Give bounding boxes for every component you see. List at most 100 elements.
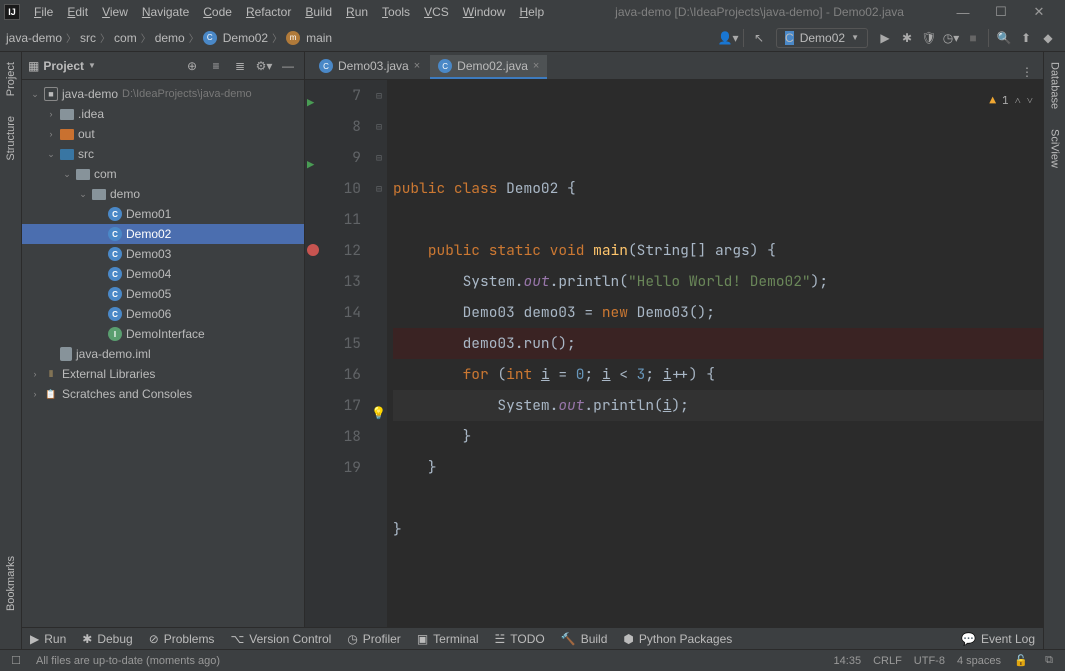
chevron-up-icon[interactable]: ˄ [1015,86,1021,117]
breadcrumb-item[interactable]: src [80,31,96,45]
run-gutter-icon[interactable]: ▶ [307,150,314,181]
tree-item-demo[interactable]: ⌄demo [22,184,304,204]
toolwindow-run-button[interactable]: ▶Run [30,632,66,646]
code-line[interactable]: } [393,452,1043,483]
menu-refactor[interactable]: Refactor [240,3,297,21]
expand-all-icon[interactable]: ≡ [206,59,226,73]
event-log-button[interactable]: 💬Event Log [961,632,1035,646]
line-number[interactable]: 18 [325,421,361,452]
line-separator[interactable]: CRLF [873,655,902,667]
chevron-down-icon[interactable]: ▼ [88,61,96,70]
tab-close-icon[interactable]: × [533,60,539,72]
menu-build[interactable]: Build [299,3,338,21]
search-icon[interactable]: 🔍 [993,27,1015,49]
line-number[interactable]: 8 [325,111,361,142]
fold-icon[interactable]: ⊟ [371,142,387,173]
tree-item-out[interactable]: ›out [22,124,304,144]
toolwindow-profiler-button[interactable]: ◷Profiler [347,632,401,646]
menu-run[interactable]: Run [340,3,374,21]
toolwindow-version-control-button[interactable]: ⌥Version Control [230,632,331,646]
menu-vcs[interactable]: VCS [418,3,455,21]
line-number[interactable]: 15 [325,328,361,359]
editor-tab-demo02-java[interactable]: CDemo02.java× [430,55,547,79]
tree-item-com[interactable]: ⌄com [22,164,304,184]
toolwindow-debug-button[interactable]: ✱Debug [82,632,132,646]
maximize-icon[interactable]: ☐ [987,4,1015,20]
tree-item-demointerface[interactable]: IDemoInterface [22,324,304,344]
run-config-selector[interactable]: C Demo02 ▼ [776,28,868,48]
line-number[interactable]: 11 [325,204,361,235]
breadcrumb-item[interactable]: demo [155,31,185,45]
tree-item-demo03[interactable]: CDemo03 [22,244,304,264]
tree-item-src[interactable]: ⌄src [22,144,304,164]
toolwindow-build-button[interactable]: 🔨Build [561,632,608,646]
toolwindow-python-packages-button[interactable]: ⬢Python Packages [623,632,732,646]
collapse-all-icon[interactable]: ≣ [230,59,250,73]
tree-item-java-demo-iml[interactable]: java-demo.iml [22,344,304,364]
fold-icon[interactable]: ⊟ [371,111,387,142]
expand-toggle-icon[interactable]: ⌄ [62,169,72,180]
tree-item-demo02[interactable]: CDemo02 [22,224,304,244]
expand-toggle-icon[interactable]: › [30,369,40,379]
readonly-lock-icon[interactable]: 🔓 [1013,654,1029,667]
line-number[interactable]: 17 [325,390,361,421]
toolwindow-terminal-button[interactable]: ▣Terminal [417,632,479,646]
line-number[interactable]: 19 [325,452,361,483]
breadcrumb-item[interactable]: java-demo [6,31,62,45]
editor-body[interactable]: ▶▶ 78910111213141516171819 ⊟⊟⊟⊟ ▲ 1 ˄ ˅ … [305,80,1043,627]
add-user-icon[interactable]: 👤▾ [717,27,739,49]
toolwindow-todo-button[interactable]: ☱TODO [495,632,545,646]
hide-icon[interactable]: — [278,59,298,73]
tree-item-demo04[interactable]: CDemo04 [22,264,304,284]
toolwindow-problems-button[interactable]: ⊘Problems [149,632,215,646]
breadcrumb-item[interactable]: Demo02 [223,31,268,45]
bookmarks-toolwindow-button[interactable]: Bookmarks [5,546,17,621]
line-number[interactable]: 13 [325,266,361,297]
line-number[interactable]: 16 [325,359,361,390]
code-line[interactable]: public static void main(String[] args) { [393,235,1043,266]
run-gutter-icon[interactable]: ▶ [307,88,314,119]
select-opened-file-icon[interactable]: ⊕ [182,59,202,73]
breadcrumb[interactable]: java-demo〉src〉com〉demo〉CDemo02〉mmain [6,30,332,45]
menu-tools[interactable]: Tools [376,3,416,21]
line-number[interactable]: 12 [325,235,361,266]
tab-close-icon[interactable]: × [414,60,420,72]
fold-icon[interactable]: ⊟ [371,173,387,204]
expand-toggle-icon[interactable]: › [30,389,40,399]
file-encoding[interactable]: UTF-8 [914,655,945,667]
code-line[interactable] [393,204,1043,235]
expand-toggle-icon[interactable]: › [46,129,56,139]
menu-navigate[interactable]: Navigate [136,3,195,21]
tabs-more-icon[interactable]: ⋮ [1011,65,1043,79]
expand-toggle-icon[interactable]: ⌄ [30,89,40,100]
close-icon[interactable]: ✕ [1025,4,1053,20]
minimize-icon[interactable]: ― [949,5,977,20]
structure-toolwindow-button[interactable]: Structure [5,106,17,171]
run-button[interactable]: ▶ [874,27,896,49]
menu-view[interactable]: View [96,3,134,21]
project-toolwindow-button[interactable]: Project [5,52,17,106]
code-line[interactable]: } [393,514,1043,545]
expand-toggle-icon[interactable]: › [46,109,56,119]
menu-edit[interactable]: Edit [61,3,94,21]
tree-item-demo06[interactable]: CDemo06 [22,304,304,324]
chevron-down-icon[interactable]: ˅ [1027,86,1033,117]
caret-position[interactable]: 14:35 [834,655,862,667]
line-number[interactable]: 14 [325,297,361,328]
expand-toggle-icon[interactable]: ⌄ [78,189,88,200]
sync-icon[interactable]: ⬆ [1015,27,1037,49]
line-number[interactable]: 10 [325,173,361,204]
code-line[interactable] [393,483,1043,514]
tree-item-external-libraries[interactable]: ›⫴External Libraries [22,364,304,384]
breadcrumb-item[interactable]: main [306,31,332,45]
menu-code[interactable]: Code [197,3,238,21]
debug-button[interactable]: ✱ [896,27,918,49]
tree-item-scratches-and-consoles[interactable]: ›📋Scratches and Consoles [22,384,304,404]
code-line[interactable] [393,545,1043,576]
tree-item-demo01[interactable]: CDemo01 [22,204,304,224]
tree-title[interactable]: Project [43,59,84,73]
database-toolwindow-button[interactable]: Database [1049,52,1061,119]
project-tree[interactable]: ⌄■java-demo D:\IdeaProjects\java-demo›.i… [22,80,304,627]
tree-item-demo05[interactable]: CDemo05 [22,284,304,304]
breadcrumb-item[interactable]: com [114,31,137,45]
